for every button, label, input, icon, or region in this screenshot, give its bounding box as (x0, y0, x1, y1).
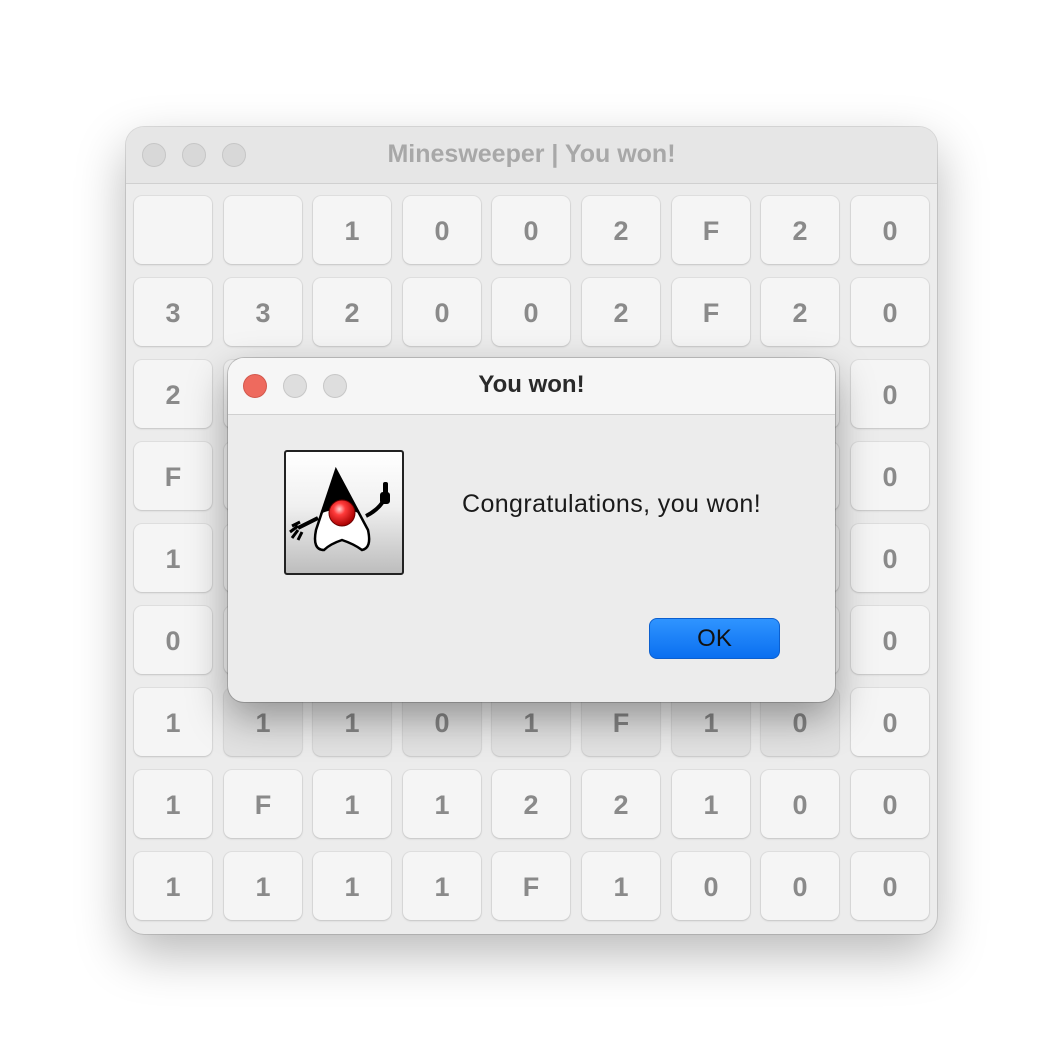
grid-cell-r1-c7[interactable]: 2 (761, 278, 839, 346)
grid-cell-r1-c2[interactable]: 2 (313, 278, 391, 346)
java-duke-icon (284, 450, 404, 575)
grid-cell-r0-c6[interactable]: F (672, 196, 750, 264)
dialog-message: Congratulations, you won! (462, 490, 762, 518)
grid-cell-r0-c1[interactable] (224, 196, 302, 264)
grid-cell-r0-c7[interactable]: 2 (761, 196, 839, 264)
grid-cell-r6-c8[interactable]: 0 (851, 688, 929, 756)
grid-cell-r7-c5[interactable]: 2 (582, 770, 660, 838)
grid-cell-r2-c8[interactable]: 0 (851, 360, 929, 428)
window-title: Minesweeper | You won! (387, 140, 676, 168)
grid-cell-r0-c5[interactable]: 2 (582, 196, 660, 264)
grid-cell-r2-c0[interactable]: 2 (134, 360, 212, 428)
grid-cell-r8-c0[interactable]: 1 (134, 852, 212, 920)
grid-cell-r1-c8[interactable]: 0 (851, 278, 929, 346)
grid-cell-r3-c0[interactable]: F (134, 442, 212, 510)
grid-cell-r8-c2[interactable]: 1 (313, 852, 391, 920)
grid-cell-r3-c8[interactable]: 0 (851, 442, 929, 510)
grid-cell-r0-c3[interactable]: 0 (403, 196, 481, 264)
grid-cell-r4-c8[interactable]: 0 (851, 524, 929, 592)
grid-cell-r8-c1[interactable]: 1 (224, 852, 302, 920)
grid-cell-r7-c1[interactable]: F (224, 770, 302, 838)
grid-cell-r8-c5[interactable]: 1 (582, 852, 660, 920)
grid-cell-r5-c0[interactable]: 0 (134, 606, 212, 674)
grid-cell-r1-c5[interactable]: 2 (582, 278, 660, 346)
grid-cell-r0-c0[interactable] (134, 196, 212, 264)
grid-cell-r8-c4[interactable]: F (492, 852, 570, 920)
ok-button[interactable]: OK (649, 618, 780, 659)
grid-cell-r5-c8[interactable]: 0 (851, 606, 929, 674)
grid-cell-r8-c3[interactable]: 1 (403, 852, 481, 920)
grid-cell-r1-c4[interactable]: 0 (492, 278, 570, 346)
grid-cell-r1-c0[interactable]: 3 (134, 278, 212, 346)
grid-cell-r7-c3[interactable]: 1 (403, 770, 481, 838)
grid-cell-r7-c6[interactable]: 1 (672, 770, 750, 838)
grid-cell-r8-c7[interactable]: 0 (761, 852, 839, 920)
dialog-title: You won! (478, 371, 585, 398)
grid-cell-r1-c1[interactable]: 3 (224, 278, 302, 346)
grid-cell-r7-c4[interactable]: 2 (492, 770, 570, 838)
main-titlebar: Minesweeper | You won! (126, 127, 937, 184)
grid-cell-r8-c6[interactable]: 0 (672, 852, 750, 920)
grid-cell-r0-c8[interactable]: 0 (851, 196, 929, 264)
grid-cell-r8-c8[interactable]: 0 (851, 852, 929, 920)
grid-cell-r7-c8[interactable]: 0 (851, 770, 929, 838)
grid-cell-r1-c3[interactable]: 0 (403, 278, 481, 346)
grid-cell-r0-c4[interactable]: 0 (492, 196, 570, 264)
grid-cell-r7-c0[interactable]: 1 (134, 770, 212, 838)
you-won-dialog: You won! Congratulations, you won! OK (228, 358, 835, 702)
grid-cell-r7-c7[interactable]: 0 (761, 770, 839, 838)
grid-cell-r4-c0[interactable]: 1 (134, 524, 212, 592)
dialog-titlebar: You won! (228, 358, 835, 415)
grid-cell-r1-c6[interactable]: F (672, 278, 750, 346)
grid-cell-r7-c2[interactable]: 1 (313, 770, 391, 838)
grid-cell-r6-c0[interactable]: 1 (134, 688, 212, 756)
grid-cell-r0-c2[interactable]: 1 (313, 196, 391, 264)
